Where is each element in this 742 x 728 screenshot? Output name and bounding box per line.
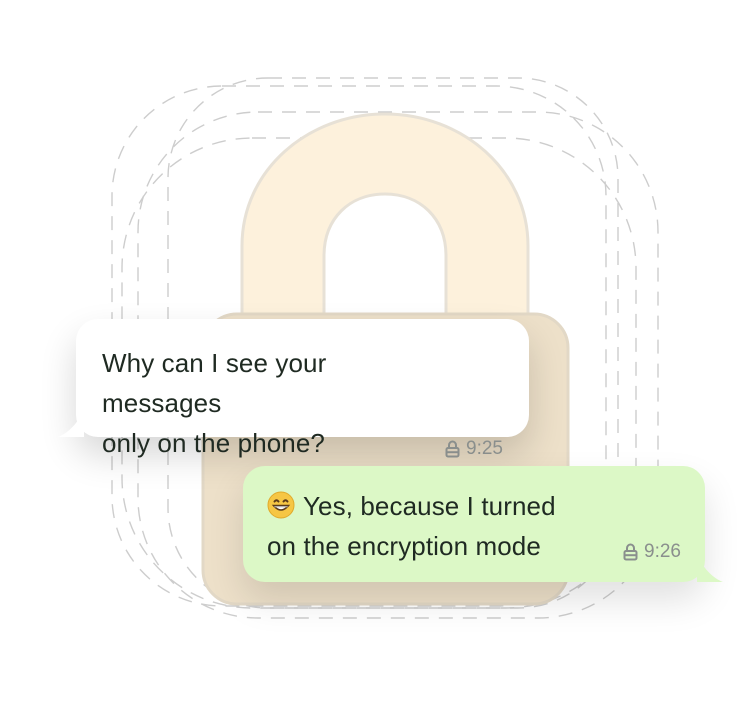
bubble-tail-right-icon (697, 556, 723, 582)
lock-icon (623, 543, 638, 561)
encryption-illustration: Why can I see your messages only on the … (0, 0, 742, 728)
outgoing-message-meta: 9:26 (623, 540, 681, 564)
incoming-message-meta: 9:25 (445, 437, 503, 461)
outgoing-message-bubble[interactable]: Yes, because I turned on the encryption … (243, 466, 723, 582)
outgoing-message-text: Yes, because I turned on the encryption … (267, 491, 556, 561)
outgoing-message-text-line: Yes, because I turned on the encryption … (267, 486, 577, 566)
incoming-message-text: Why can I see your messages only on the … (102, 348, 327, 458)
grinning-face-emoji-icon (267, 490, 295, 519)
incoming-message-content: Why can I see your messages only on the … (102, 343, 503, 463)
lock-icon (445, 440, 460, 458)
bubble-tail-left-icon (58, 411, 84, 437)
incoming-message-bubble[interactable]: Why can I see your messages only on the … (58, 319, 529, 459)
outgoing-message-content: Yes, because I turned on the encryption … (267, 486, 681, 566)
outgoing-message-time: 9:26 (644, 541, 681, 562)
incoming-message-time: 9:25 (466, 438, 503, 459)
